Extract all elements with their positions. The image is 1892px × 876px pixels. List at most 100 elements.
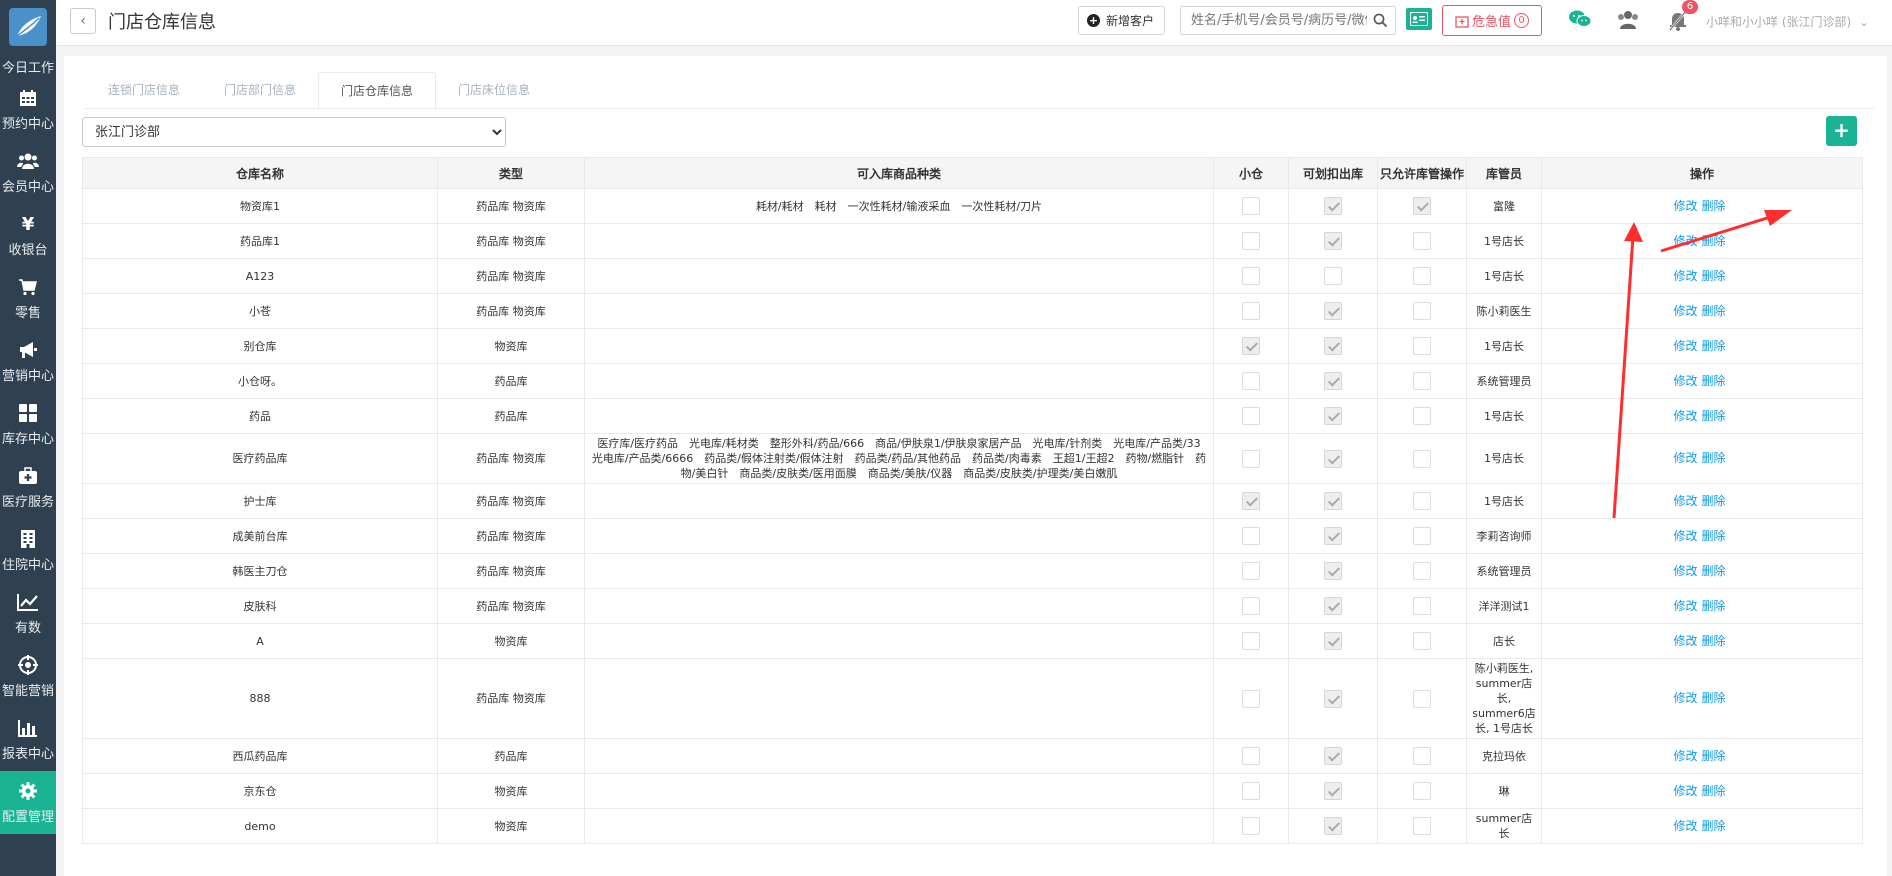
checkbox[interactable] xyxy=(1413,302,1431,320)
checkbox[interactable] xyxy=(1324,562,1342,580)
checkbox[interactable] xyxy=(1242,449,1260,468)
edit-link[interactable]: 修改 xyxy=(1673,339,1697,353)
checkbox[interactable] xyxy=(1324,747,1342,765)
delete-link[interactable]: 删除 xyxy=(1702,374,1726,388)
edit-link[interactable]: 修改 xyxy=(1673,409,1697,423)
checkbox[interactable] xyxy=(1242,197,1260,215)
edit-link[interactable]: 修改 xyxy=(1673,494,1697,508)
delete-link[interactable]: 删除 xyxy=(1702,269,1726,283)
add-warehouse-button[interactable]: + xyxy=(1826,116,1857,146)
tab-3[interactable]: 门店床位信息 xyxy=(436,72,552,109)
tab-0[interactable]: 连锁门店信息 xyxy=(86,72,202,109)
checkbox[interactable] xyxy=(1413,267,1431,285)
sidebar-item-3[interactable]: ¥ 收银台 xyxy=(0,204,56,267)
team-icon[interactable] xyxy=(1616,8,1640,30)
delete-link[interactable]: 删除 xyxy=(1702,634,1726,648)
checkbox[interactable] xyxy=(1242,337,1260,355)
checkbox[interactable] xyxy=(1413,449,1431,468)
checkbox[interactable] xyxy=(1242,372,1260,390)
sidebar-item-9[interactable]: 有数 xyxy=(0,582,56,645)
sidebar-item-5[interactable]: 营销中心 xyxy=(0,330,56,393)
delete-link[interactable]: 删除 xyxy=(1702,564,1726,578)
edit-link[interactable]: 修改 xyxy=(1673,749,1697,763)
checkbox[interactable] xyxy=(1413,747,1431,765)
delete-link[interactable]: 删除 xyxy=(1702,199,1726,213)
checkbox[interactable] xyxy=(1242,267,1260,285)
checkbox[interactable] xyxy=(1242,302,1260,320)
delete-link[interactable]: 删除 xyxy=(1702,599,1726,613)
new-customer-button[interactable]: + 新增客户 xyxy=(1078,6,1166,35)
delete-link[interactable]: 删除 xyxy=(1702,494,1726,508)
checkbox[interactable] xyxy=(1242,597,1260,615)
edit-link[interactable]: 修改 xyxy=(1673,784,1697,798)
checkbox[interactable] xyxy=(1413,407,1431,425)
checkbox[interactable] xyxy=(1413,232,1431,250)
checkbox[interactable] xyxy=(1242,562,1260,580)
checkbox[interactable] xyxy=(1413,372,1431,390)
delete-link[interactable]: 删除 xyxy=(1702,451,1726,465)
checkbox[interactable] xyxy=(1324,197,1342,215)
tab-1[interactable]: 门店部门信息 xyxy=(202,72,318,109)
checkbox[interactable] xyxy=(1413,197,1431,215)
sidebar-item-0[interactable]: 今日工作 xyxy=(0,54,56,78)
delete-link[interactable]: 删除 xyxy=(1702,691,1726,705)
edit-link[interactable]: 修改 xyxy=(1673,374,1697,388)
member-card-icon[interactable] xyxy=(1406,8,1432,30)
edit-link[interactable]: 修改 xyxy=(1673,564,1697,578)
tab-2[interactable]: 门店仓库信息 xyxy=(318,72,437,109)
checkbox[interactable] xyxy=(1413,632,1431,650)
checkbox[interactable] xyxy=(1324,407,1342,425)
checkbox[interactable] xyxy=(1242,817,1260,835)
search-icon[interactable] xyxy=(1373,13,1388,28)
checkbox[interactable] xyxy=(1242,492,1260,510)
checkbox[interactable] xyxy=(1324,449,1342,468)
sidebar-item-10[interactable]: 智能营销 xyxy=(0,645,56,708)
app-logo[interactable] xyxy=(0,0,56,54)
checkbox[interactable] xyxy=(1413,527,1431,545)
edit-link[interactable]: 修改 xyxy=(1673,269,1697,283)
delete-link[interactable]: 删除 xyxy=(1702,819,1726,833)
wechat-icon[interactable] xyxy=(1568,9,1592,29)
checkbox[interactable] xyxy=(1324,632,1342,650)
checkbox[interactable] xyxy=(1413,492,1431,510)
sidebar-item-4[interactable]: 零售 xyxy=(0,267,56,330)
edit-link[interactable]: 修改 xyxy=(1673,691,1697,705)
store-select[interactable]: 张江门诊部 xyxy=(82,117,506,147)
user-menu[interactable]: 小咩和小小咩 (张江门诊部) ⌄ xyxy=(1706,13,1869,30)
delete-link[interactable]: 删除 xyxy=(1702,234,1726,248)
checkbox[interactable] xyxy=(1324,337,1342,355)
checkbox[interactable] xyxy=(1324,597,1342,615)
checkbox[interactable] xyxy=(1242,782,1260,800)
delete-link[interactable]: 删除 xyxy=(1702,749,1726,763)
checkbox[interactable] xyxy=(1242,632,1260,650)
checkbox[interactable] xyxy=(1324,267,1342,285)
delete-link[interactable]: 删除 xyxy=(1702,339,1726,353)
checkbox[interactable] xyxy=(1242,747,1260,765)
delete-link[interactable]: 删除 xyxy=(1702,529,1726,543)
checkbox[interactable] xyxy=(1413,337,1431,355)
checkbox[interactable] xyxy=(1242,689,1260,708)
sidebar-item-7[interactable]: 医疗服务 xyxy=(0,456,56,519)
checkbox[interactable] xyxy=(1413,817,1431,835)
checkbox[interactable] xyxy=(1324,689,1342,708)
sidebar-item-1[interactable]: 预约中心 xyxy=(0,78,56,141)
checkbox[interactable] xyxy=(1324,302,1342,320)
sidebar-item-8[interactable]: 住院中心 xyxy=(0,519,56,582)
checkbox[interactable] xyxy=(1324,527,1342,545)
back-button[interactable]: ‹ xyxy=(70,8,96,34)
edit-link[interactable]: 修改 xyxy=(1673,304,1697,318)
sidebar-item-12[interactable]: 配置管理 xyxy=(0,771,56,834)
checkbox[interactable] xyxy=(1413,562,1431,580)
edit-link[interactable]: 修改 xyxy=(1673,819,1697,833)
checkbox[interactable] xyxy=(1324,782,1342,800)
checkbox[interactable] xyxy=(1324,232,1342,250)
edit-link[interactable]: 修改 xyxy=(1673,529,1697,543)
sidebar-item-2[interactable]: 会员中心 xyxy=(0,141,56,204)
checkbox[interactable] xyxy=(1413,782,1431,800)
delete-link[interactable]: 删除 xyxy=(1702,304,1726,318)
checkbox[interactable] xyxy=(1324,372,1342,390)
edit-link[interactable]: 修改 xyxy=(1673,634,1697,648)
checkbox[interactable] xyxy=(1324,817,1342,835)
checkbox[interactable] xyxy=(1413,597,1431,615)
checkbox[interactable] xyxy=(1413,689,1431,708)
